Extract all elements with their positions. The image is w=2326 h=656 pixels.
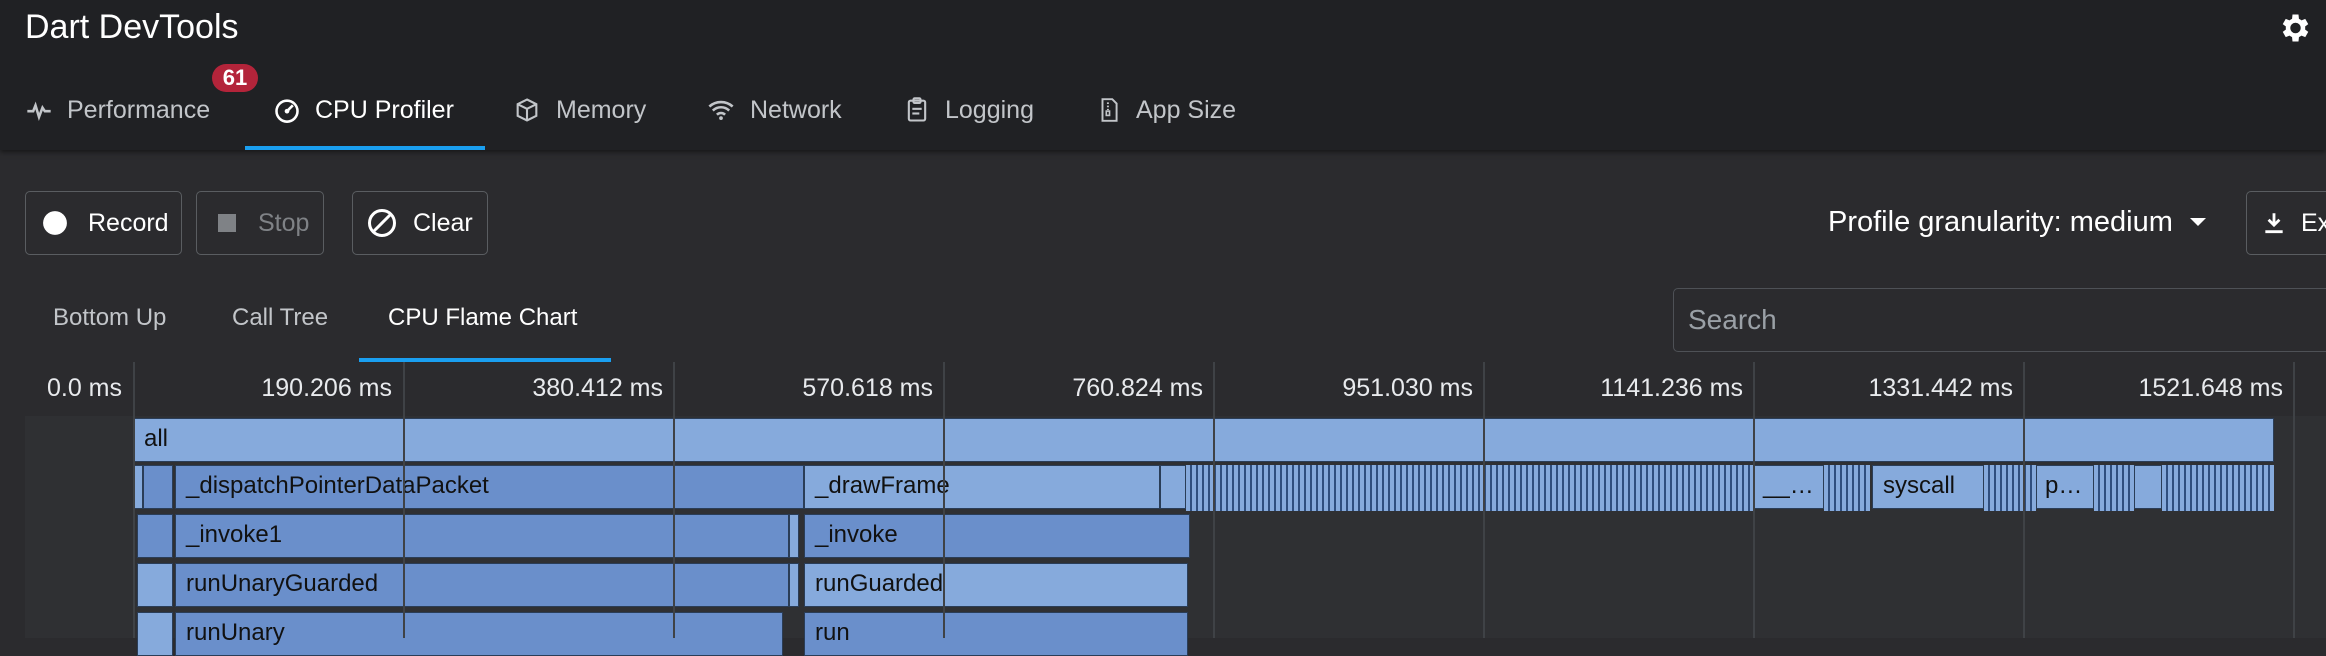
clipboard-icon — [907, 97, 927, 122]
ruler-tick-label: 951.030 ms — [1342, 374, 1473, 402]
tab-label: Memory — [556, 95, 647, 124]
flame-node-invoke1[interactable]: _invoke1 — [175, 514, 789, 558]
flame-node-label: runGuarded — [815, 570, 944, 597]
flame-node-label: syscall — [1883, 472, 1956, 499]
ruler-tick-label: 1521.648 ms — [2138, 374, 2283, 402]
tab-label: CPU Profiler — [315, 95, 454, 124]
ruler-gridline — [1213, 362, 1215, 638]
flame-node[interactable] — [137, 612, 173, 656]
cube-icon — [516, 98, 538, 122]
pulse-icon — [27, 101, 51, 122]
flame-node-cluster[interactable] — [2162, 465, 2274, 511]
flame-node-ellipsis[interactable]: __… — [1754, 465, 1824, 509]
tab-network[interactable]: Network — [706, 72, 842, 148]
ruler-tick-label: 570.618 ms — [802, 374, 933, 402]
flame-node-cluster[interactable] — [1984, 465, 2036, 511]
gear-icon[interactable] — [2276, 10, 2312, 46]
ruler-tick-label: 190.206 ms — [261, 374, 392, 402]
flame-node[interactable] — [137, 514, 173, 558]
ruler-gridline — [943, 362, 945, 638]
ruler-gridline — [1483, 362, 1485, 638]
subtab-call-tree[interactable]: Call Tree — [232, 290, 328, 346]
stop-button[interactable]: Stop — [196, 191, 324, 255]
flame-node[interactable] — [1160, 465, 1186, 509]
record-label: Record — [88, 208, 169, 237]
active-subtab-indicator — [359, 358, 611, 362]
flame-node-label: run — [815, 619, 850, 646]
flame-node-all[interactable]: all — [133, 418, 2274, 462]
flame-node-cluster[interactable] — [2094, 465, 2134, 511]
ruler-gridline — [1753, 362, 1755, 638]
ruler-gridline — [2293, 362, 2295, 638]
wifi-icon — [708, 100, 734, 121]
ruler-tick-label: 1331.442 ms — [1868, 374, 2013, 402]
clear-label: Clear — [413, 208, 473, 237]
flame-node-draw-frame[interactable]: _drawFrame — [804, 465, 1160, 509]
profile-granularity-dropdown[interactable]: Profile granularity: medium — [1828, 202, 2209, 242]
flame-node-label: _dispatchPointerDataPacket — [186, 472, 489, 499]
tab-label: Network — [750, 95, 842, 124]
tab-cpu-profiler[interactable]: CPU Profiler — [273, 72, 454, 148]
record-button[interactable]: Record — [25, 191, 182, 255]
flame-node-label: _invoke — [815, 521, 898, 548]
block-icon — [368, 209, 396, 237]
flame-node-dispatch-pointer[interactable]: _dispatchPointerDataPacket — [175, 465, 804, 509]
flame-node-label: __… — [1763, 472, 1814, 499]
subtab-bottom-up[interactable]: Bottom Up — [53, 290, 166, 346]
active-tab-indicator — [245, 146, 485, 150]
tab-label: Logging — [945, 95, 1034, 124]
tab-label: Performance — [67, 95, 211, 124]
flame-node-cluster[interactable] — [1186, 465, 1754, 511]
tab-performance[interactable]: Performance — [25, 72, 210, 148]
app-title: Dart DevTools — [25, 8, 239, 46]
flame-node-run-guarded[interactable]: runGuarded — [804, 563, 1188, 607]
flame-node-p-ellipsis[interactable]: p… — [2036, 465, 2094, 509]
flame-node[interactable] — [789, 563, 799, 607]
ruler-tick-label: 380.412 ms — [532, 374, 663, 402]
flame-node-run-unary[interactable]: runUnary — [175, 612, 783, 656]
flame-node-run-unary-guarded[interactable]: runUnaryGuarded — [175, 563, 789, 607]
tab-logging[interactable]: Logging — [903, 72, 1034, 148]
flame-node[interactable] — [143, 465, 173, 509]
flame-node-invoke[interactable]: _invoke — [804, 514, 1190, 558]
chevron-down-icon — [2189, 218, 2206, 226]
subtab-cpu-flame-chart[interactable]: CPU Flame Chart — [388, 290, 577, 346]
speedometer-icon — [275, 99, 299, 123]
ruler-gridline — [2023, 362, 2025, 638]
flame-node-label: runUnaryGuarded — [186, 570, 379, 597]
ruler-gridline — [403, 362, 405, 638]
file-zip-icon — [1101, 98, 1118, 122]
record-icon — [43, 211, 67, 235]
granularity-label: Profile granularity: medium — [1828, 205, 2173, 238]
ruler-gridline — [133, 362, 135, 638]
flame-node-label: all — [144, 425, 169, 452]
export-label: Export — [2301, 208, 2326, 237]
flame-node[interactable] — [2134, 465, 2162, 509]
ruler-tick-label: 0.0 ms — [46, 374, 122, 402]
ruler-gridline — [673, 362, 675, 638]
flame-node[interactable] — [137, 563, 173, 607]
flame-node-label: runUnary — [186, 619, 285, 646]
flame-node[interactable] — [789, 514, 799, 558]
flame-node-run[interactable]: run — [804, 612, 1188, 656]
flame-node-label: _invoke1 — [186, 521, 283, 548]
tab-app-size[interactable]: App Size — [1096, 72, 1236, 148]
tab-memory[interactable]: Memory — [512, 72, 646, 148]
flame-node-syscall[interactable]: syscall — [1872, 465, 1984, 509]
export-button[interactable]: Export — [2246, 191, 2326, 255]
stop-icon — [218, 214, 236, 232]
search-input[interactable] — [1673, 288, 2326, 352]
ruler-tick-label: 1141.236 ms — [1600, 374, 1743, 402]
performance-badge: 61 — [212, 64, 258, 92]
flame-node-label: _drawFrame — [815, 472, 950, 499]
flame-node-cluster[interactable] — [1824, 465, 1870, 511]
clear-button[interactable]: Clear — [352, 191, 488, 255]
download-icon — [2265, 213, 2283, 234]
tab-label: App Size — [1136, 95, 1237, 124]
ruler-tick-label: 760.824 ms — [1072, 374, 1203, 402]
stop-label: Stop — [258, 208, 310, 237]
flame-node-label: p… — [2045, 472, 2083, 499]
